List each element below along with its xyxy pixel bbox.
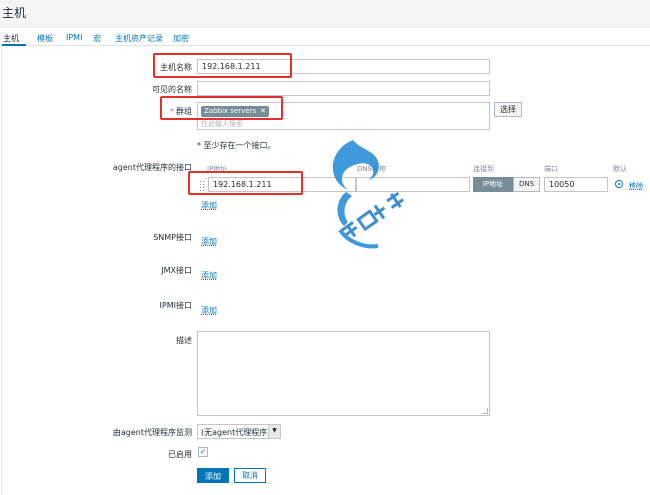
connect-dns-toggle[interactable]: DNS — [513, 177, 540, 192]
add-button[interactable]: 添加 — [197, 468, 229, 483]
groups-search-placeholder[interactable]: 在此输入搜索 — [201, 119, 243, 129]
tab-templates[interactable]: 模板 — [37, 33, 53, 44]
host-name-label: 主机名称 — [160, 63, 192, 72]
agent-ip-value: 192.168.1.211 — [213, 180, 272, 189]
page-title: 主机 — [2, 6, 27, 20]
enabled-checkbox[interactable]: ✓ — [198, 447, 208, 457]
host-name-input[interactable]: 192.168.1.211 — [197, 59, 490, 74]
col-header-connect-to: 连接到 — [473, 165, 494, 173]
select-groups-button[interactable]: 选择 — [494, 102, 522, 117]
snmp-interface-label: SNMP接口 — [153, 233, 192, 242]
host-name-value: 192.168.1.211 — [202, 62, 261, 71]
drag-handle-icon[interactable] — [200, 181, 206, 191]
add-snmp-interface-link[interactable]: 添加 — [201, 236, 217, 247]
col-header-ip: IP地址 — [207, 165, 228, 173]
remove-interface-link[interactable]: 移除 — [629, 181, 643, 191]
groups-label: * 群组 — [110, 106, 192, 117]
visible-name-label: 可见的名称 — [152, 85, 192, 94]
add-ipmi-interface-link[interactable]: 添加 — [201, 305, 217, 316]
chevron-down-icon: ▼ — [268, 425, 280, 438]
enabled-label: 已启用 — [168, 450, 192, 459]
active-tab-indicator — [2, 44, 26, 46]
tab-encryption[interactable]: 加密 — [173, 33, 189, 44]
groups-multiselect[interactable]: Zabbix servers ✕ 在此输入搜索 — [197, 102, 490, 130]
col-header-port: 端口 — [544, 165, 558, 173]
agent-interface-label: agent代理程序的接口 — [112, 163, 192, 172]
group-chip-label: Zabbix servers — [204, 107, 257, 115]
connect-ip-toggle[interactable]: IP地址 — [473, 177, 513, 192]
tab-inventory[interactable]: 主机资产记录 — [115, 33, 163, 44]
cancel-button[interactable]: 取消 — [234, 468, 266, 483]
proxy-select[interactable]: (无agent代理程序) ▼ — [197, 424, 281, 439]
add-jmx-interface-link[interactable]: 添加 — [201, 270, 217, 281]
groups-label-text: 群组 — [176, 107, 192, 116]
tab-host[interactable]: 主机 — [3, 33, 19, 44]
tab-ipmi[interactable]: IPMI — [66, 33, 82, 42]
default-interface-radio[interactable] — [615, 180, 623, 188]
ipmi-interface-label: IPMI接口 — [159, 301, 192, 310]
agent-dns-input[interactable] — [356, 177, 470, 192]
description-label: 描述 — [176, 336, 192, 345]
page-header: 主机 — [0, 0, 650, 28]
resize-grip-icon[interactable] — [482, 408, 488, 414]
interface-hint: * 至少存在一个接口。 — [197, 141, 276, 150]
visible-name-input[interactable] — [197, 81, 490, 96]
tab-bar: 主机 模板 IPMI 宏 主机资产记录 加密 — [0, 29, 650, 46]
col-header-dns: DNS名称 — [357, 165, 387, 173]
jmx-interface-label: JMX接口 — [161, 266, 192, 275]
checkmark-icon: ✓ — [199, 447, 207, 456]
agent-port-value: 10050 — [549, 180, 575, 189]
description-textarea[interactable] — [197, 331, 490, 416]
add-agent-interface-link[interactable]: 添加 — [201, 200, 217, 211]
proxy-select-value: (无agent代理程序) — [201, 428, 271, 437]
col-header-default: 默认 — [613, 165, 627, 173]
chip-remove-icon[interactable]: ✕ — [260, 107, 266, 115]
agent-port-input[interactable]: 10050 — [544, 177, 608, 192]
required-asterisk: * — [170, 107, 174, 116]
proxy-label: 由agent代理程序监测 — [112, 428, 192, 437]
group-chip: Zabbix servers ✕ — [201, 106, 269, 117]
agent-ip-input[interactable]: 192.168.1.211 — [208, 177, 356, 192]
tab-macros[interactable]: 宏 — [93, 33, 101, 44]
